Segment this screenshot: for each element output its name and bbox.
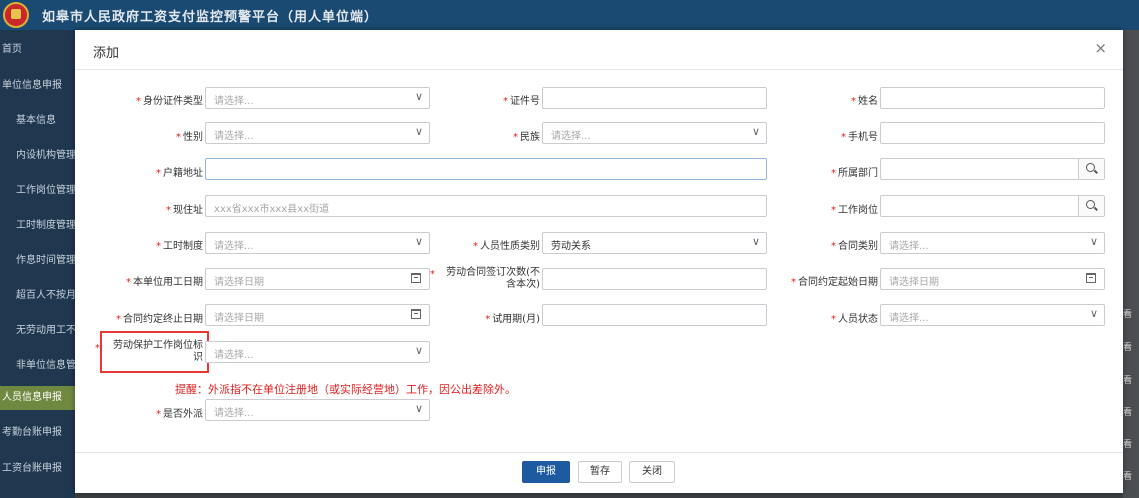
background-link[interactable]: 看 bbox=[1123, 340, 1132, 353]
sidebar: 首页 单位信息申报 基本信息 内设机构管理 工作岗位管理 工时制度管理 作息时间… bbox=[0, 30, 75, 498]
sidebar-item-personnel[interactable]: 人员信息申报 bbox=[0, 386, 75, 410]
sidebar-item-schedule[interactable]: 作息时间管理 bbox=[0, 249, 75, 273]
id-no-input[interactable] bbox=[542, 87, 767, 109]
calendar-icon bbox=[411, 273, 421, 283]
hire-date-label: * 本单位用工日期 bbox=[126, 277, 203, 288]
contract-type-select[interactable]: 请选择... ∨ bbox=[880, 232, 1105, 254]
save-draft-button[interactable]: 暂存 bbox=[578, 461, 622, 483]
highlight-box bbox=[100, 331, 209, 373]
background-page-strip bbox=[1123, 30, 1139, 498]
required-mark: * bbox=[95, 343, 100, 354]
department-input[interactable] bbox=[880, 158, 1105, 180]
probation-label: * 试用期(月) bbox=[485, 314, 540, 325]
contract-type-label: * 合同类别 bbox=[831, 241, 878, 252]
hukou-address-label: * 户籍地址 bbox=[156, 168, 203, 179]
id-type-label: * 身份证件类型 bbox=[136, 96, 203, 107]
dialog-header: 添加 × bbox=[75, 30, 1123, 70]
calendar-icon bbox=[411, 309, 421, 319]
close-button[interactable]: 关闭 bbox=[629, 461, 675, 483]
phone-input[interactable] bbox=[880, 122, 1105, 144]
person-type-select[interactable]: 劳动关系 ∨ bbox=[542, 232, 767, 254]
current-address-input[interactable]: xxx省xxx市xxx县xx街道 bbox=[205, 195, 767, 217]
name-label: * 姓名 bbox=[851, 96, 878, 107]
job-post-search-button[interactable] bbox=[1078, 196, 1104, 216]
id-type-select[interactable]: 请选择... ∨ bbox=[205, 87, 430, 109]
chevron-down-icon: ∨ bbox=[1089, 235, 1098, 248]
chevron-down-icon: ∨ bbox=[751, 235, 760, 248]
app-title: 如皋市人民政府工资支付监控预警平台（用人单位端） bbox=[42, 10, 379, 25]
search-icon bbox=[1086, 163, 1095, 172]
sidebar-item-home[interactable]: 首页 bbox=[0, 38, 75, 62]
national-emblem-icon bbox=[3, 2, 29, 28]
phone-label: * 手机号 bbox=[841, 132, 878, 143]
labor-protect-select[interactable]: 请选择... ∨ bbox=[205, 341, 430, 363]
job-post-input[interactable] bbox=[880, 195, 1105, 217]
sidebar-item-payroll[interactable]: 工资台账申报 bbox=[0, 457, 75, 481]
sidebar-item-posts[interactable]: 工作岗位管理 bbox=[0, 179, 75, 203]
search-icon bbox=[1086, 200, 1095, 209]
sidebar-item-basic-info[interactable]: 基本信息 bbox=[0, 109, 75, 133]
probation-input[interactable] bbox=[542, 304, 767, 326]
person-type-label: * 人员性质类别 bbox=[473, 241, 540, 252]
chevron-down-icon: ∨ bbox=[414, 402, 423, 415]
dispatched-label: * 是否外派 bbox=[156, 409, 203, 420]
chevron-down-icon: ∨ bbox=[414, 125, 423, 138]
work-hours-label: * 工时制度 bbox=[156, 241, 203, 252]
work-hours-select[interactable]: 请选择... ∨ bbox=[205, 232, 430, 254]
background-link[interactable]: 看 bbox=[1123, 373, 1132, 386]
contract-start-label: * 合同约定起始日期 bbox=[791, 277, 878, 288]
hukou-address-input[interactable] bbox=[205, 158, 767, 180]
chevron-down-icon: ∨ bbox=[1089, 307, 1098, 320]
contract-end-label: * 合同约定终止日期 bbox=[116, 314, 203, 325]
job-post-label: * 工作岗位 bbox=[831, 205, 878, 216]
sidebar-item-no-labor[interactable]: 无劳动用工不 bbox=[0, 319, 75, 343]
name-input[interactable] bbox=[880, 87, 1105, 109]
close-icon[interactable]: × bbox=[1094, 39, 1107, 57]
ethnicity-select[interactable]: 请选择... ∨ bbox=[542, 122, 767, 144]
id-no-label: * 证件号 bbox=[503, 96, 540, 107]
chevron-down-icon: ∨ bbox=[751, 125, 760, 138]
chevron-down-icon: ∨ bbox=[414, 235, 423, 248]
required-mark: * bbox=[430, 269, 435, 280]
contract-times-label: 劳动合同签订次数(不含本次) bbox=[446, 267, 540, 290]
background-link[interactable]: 看 bbox=[1123, 437, 1132, 450]
department-label: * 所属部门 bbox=[831, 168, 878, 179]
hire-date-picker[interactable]: 请选择日期 bbox=[205, 268, 430, 290]
chevron-down-icon: ∨ bbox=[414, 90, 423, 103]
department-search-button[interactable] bbox=[1078, 159, 1104, 179]
sidebar-item-non-unit[interactable]: 非单位信息管 bbox=[0, 354, 75, 378]
gender-label: * 性别 bbox=[176, 132, 203, 143]
person-status-select[interactable]: 请选择... ∨ bbox=[880, 304, 1105, 326]
person-status-label: * 人员状态 bbox=[831, 314, 878, 325]
dialog-title: 添加 bbox=[93, 46, 120, 61]
background-link[interactable]: 看 bbox=[1123, 469, 1132, 482]
add-dialog: 添加 × * 身份证件类型 请选择... ∨ * 证件号 * 姓名 * 性别 请选择...… bbox=[75, 30, 1123, 493]
chevron-down-icon: ∨ bbox=[414, 344, 423, 357]
dispatched-select[interactable]: 请选择... ∨ bbox=[205, 399, 430, 421]
submit-button[interactable]: 申报 bbox=[522, 461, 570, 483]
sidebar-item-over-hundred[interactable]: 超百人不按月 bbox=[0, 284, 75, 308]
sidebar-item-unit-info[interactable]: 单位信息申报 bbox=[0, 74, 75, 98]
sidebar-item-attendance[interactable]: 考勤台账申报 bbox=[0, 421, 75, 445]
dialog-footer: 申报 暂存 关闭 bbox=[75, 452, 1123, 493]
ethnicity-label: * 民族 bbox=[513, 132, 540, 143]
calendar-icon bbox=[1086, 273, 1096, 283]
dispatch-reminder: 提醒：外派指不在单位注册地（或实际经营地）工作，因公出差除外。 bbox=[175, 383, 516, 396]
app-header: 如皋市人民政府工资支付监控预警平台（用人单位端） bbox=[0, 0, 1139, 30]
background-link[interactable]: 看 bbox=[1123, 405, 1132, 418]
sidebar-item-workhours[interactable]: 工时制度管理 bbox=[0, 214, 75, 238]
sidebar-item-org[interactable]: 内设机构管理 bbox=[0, 144, 75, 168]
current-address-label: * 现住址 bbox=[166, 205, 203, 216]
contract-start-picker[interactable]: 请选择日期 bbox=[880, 268, 1105, 290]
contract-times-input[interactable] bbox=[542, 268, 767, 290]
gender-select[interactable]: 请选择... ∨ bbox=[205, 122, 430, 144]
contract-end-picker[interactable]: 请选择日期 bbox=[205, 304, 430, 326]
background-link[interactable]: 看 bbox=[1123, 307, 1132, 320]
